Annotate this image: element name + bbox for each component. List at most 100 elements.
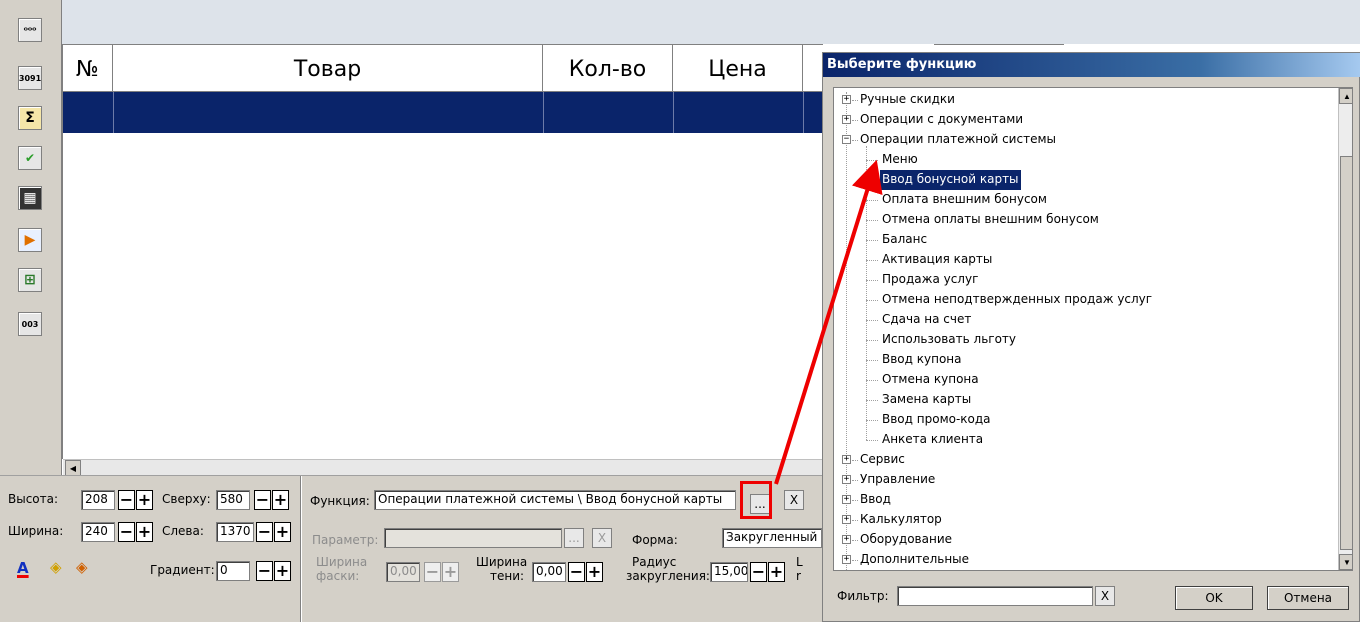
function-clear-button[interactable]: X xyxy=(784,490,804,510)
tree-icon[interactable]: ⊞ xyxy=(18,268,42,292)
tree-node[interactable]: Меню xyxy=(880,150,920,170)
height-stepper[interactable]: − + xyxy=(118,490,154,510)
tree-node[interactable]: Калькулятор xyxy=(858,510,944,530)
tree-node[interactable]: Использовать льготу xyxy=(880,330,1018,350)
film-icon[interactable]: ▦ xyxy=(18,186,42,210)
tree-node[interactable]: Ввод бонусной карты xyxy=(880,170,1021,190)
plus-button[interactable]: + xyxy=(274,522,291,542)
tree-node[interactable]: Активация карты xyxy=(880,250,994,270)
tree-node[interactable]: Отмена купона xyxy=(880,370,981,390)
minus-button[interactable]: − xyxy=(254,490,271,510)
play-icon[interactable]: ▶ xyxy=(18,228,42,252)
tree-node[interactable]: Оборудование xyxy=(858,530,954,550)
ok-button[interactable]: OK xyxy=(1175,586,1253,610)
plus-button[interactable]: + xyxy=(136,490,153,510)
plus-button[interactable]: + xyxy=(442,562,459,582)
form-select[interactable]: Закругленный xyxy=(722,528,822,548)
tree-node[interactable]: Замена карты xyxy=(880,390,973,410)
tree-node[interactable]: Дополнительные xyxy=(858,550,971,570)
barcode-icon[interactable]: ᴼᴼᴼ xyxy=(18,18,42,42)
minus-button[interactable]: − xyxy=(256,561,273,581)
sum-icon[interactable]: Σ xyxy=(18,106,42,130)
gradient-stepper[interactable]: − + xyxy=(256,561,292,581)
tree-connector xyxy=(866,180,878,181)
param-browse-button[interactable]: ... xyxy=(564,528,584,548)
cancel-button[interactable]: Отмена xyxy=(1267,586,1349,610)
radius-input[interactable]: 15,00 xyxy=(710,562,748,582)
function-input[interactable]: Операции платежной системы \ Ввод бонусн… xyxy=(374,490,736,510)
expand-icon[interactable]: + xyxy=(842,535,851,544)
scroll-down-icon[interactable]: ▼ xyxy=(1339,554,1352,570)
scroll-thumb[interactable] xyxy=(1340,156,1352,550)
expand-icon[interactable]: + xyxy=(842,475,851,484)
tree-node[interactable]: Баланс xyxy=(880,230,929,250)
minus-button[interactable]: − xyxy=(118,490,135,510)
vertical-scrollbar[interactable]: ▲ ▼ xyxy=(1338,88,1352,570)
param-input[interactable] xyxy=(384,528,562,548)
param-clear-button[interactable]: X xyxy=(592,528,612,548)
left-stepper[interactable]: − + xyxy=(256,522,292,542)
scroll-left-icon[interactable]: ◀ xyxy=(65,460,81,476)
tree-node[interactable]: Операции платежной системы xyxy=(858,130,1058,150)
tree-node[interactable]: Продажа услуг xyxy=(880,270,980,290)
selected-row[interactable] xyxy=(63,92,823,133)
filter-input[interactable] xyxy=(897,586,1093,606)
column-header-price[interactable]: Цена xyxy=(673,45,803,93)
width-input[interactable]: 240 xyxy=(81,522,115,542)
scroll-up-icon[interactable]: ▲ xyxy=(1339,88,1352,104)
expand-icon[interactable]: + xyxy=(842,555,851,564)
column-header-quantity[interactable]: Кол-во xyxy=(543,45,673,93)
shadow-input[interactable]: 0,00 xyxy=(532,562,566,582)
tree-node[interactable]: Оплата внешним бонусом xyxy=(880,190,1049,210)
expand-icon[interactable]: + xyxy=(842,455,851,464)
filter-clear-button[interactable]: X xyxy=(1095,586,1115,606)
expand-icon[interactable]: + xyxy=(842,95,851,104)
function-tree[interactable]: + Ручные скидки + Операции с документами − Оп… xyxy=(833,87,1353,571)
text-color-icon[interactable]: A xyxy=(17,559,29,577)
minus-button[interactable]: − xyxy=(256,522,273,542)
horizontal-scrollbar[interactable]: ◀ xyxy=(63,459,823,476)
minus-button[interactable]: − xyxy=(118,522,135,542)
plus-button[interactable]: + xyxy=(272,490,289,510)
check-icon[interactable]: ✔ xyxy=(18,146,42,170)
collapse-icon[interactable]: − xyxy=(842,135,851,144)
info-icon[interactable]: 3091 xyxy=(18,66,42,90)
column-header-product[interactable]: Товар xyxy=(113,45,543,93)
width-stepper[interactable]: − + xyxy=(118,522,154,542)
border-color-icon[interactable]: ◈ xyxy=(76,558,88,576)
tree-node[interactable]: Управление xyxy=(858,470,937,490)
receipt-grid[interactable]: № Товар Кол-во Цена ◀ xyxy=(62,44,823,476)
tree-node[interactable]: Отмена неподтвержденных продаж услуг xyxy=(880,290,1154,310)
top-input[interactable]: 580 xyxy=(216,490,250,510)
height-input[interactable]: 208 xyxy=(81,490,115,510)
tree-node[interactable]: Анкета клиента xyxy=(880,430,985,450)
plus-button[interactable]: + xyxy=(586,562,603,582)
tree-node[interactable]: Сдача на счет xyxy=(880,310,973,330)
expand-icon[interactable]: + xyxy=(842,515,851,524)
numeric-icon[interactable]: 003 xyxy=(18,312,42,336)
tree-node[interactable]: Ввод промо-кода xyxy=(880,410,993,430)
left-input[interactable]: 1370 xyxy=(216,522,254,542)
minus-button[interactable]: − xyxy=(568,562,585,582)
gradient-input[interactable]: 0 xyxy=(216,561,250,581)
radius-stepper[interactable]: − + xyxy=(750,562,786,582)
tree-node[interactable]: Ручные скидки xyxy=(858,90,957,110)
column-header-number[interactable]: № xyxy=(63,45,113,93)
plus-button[interactable]: + xyxy=(768,562,785,582)
tree-node[interactable]: Операции с документами xyxy=(858,110,1025,130)
expand-icon[interactable]: + xyxy=(842,495,851,504)
expand-icon[interactable]: + xyxy=(842,115,851,124)
plus-button[interactable]: + xyxy=(274,561,291,581)
minus-button[interactable]: − xyxy=(424,562,441,582)
tree-node[interactable]: Ввод купона xyxy=(880,350,964,370)
tree-node[interactable]: Ввод xyxy=(858,490,893,510)
bevel-input[interactable]: 0,00 xyxy=(386,562,420,582)
minus-button[interactable]: − xyxy=(750,562,767,582)
tree-node[interactable]: Отмена оплаты внешним бонусом xyxy=(880,210,1101,230)
plus-button[interactable]: + xyxy=(136,522,153,542)
tree-node[interactable]: Сервис xyxy=(858,450,907,470)
fill-color-icon[interactable]: ◈ xyxy=(50,558,62,576)
bevel-stepper[interactable]: − + xyxy=(424,562,460,582)
shadow-stepper[interactable]: − + xyxy=(568,562,604,582)
top-stepper[interactable]: − + xyxy=(254,490,290,510)
